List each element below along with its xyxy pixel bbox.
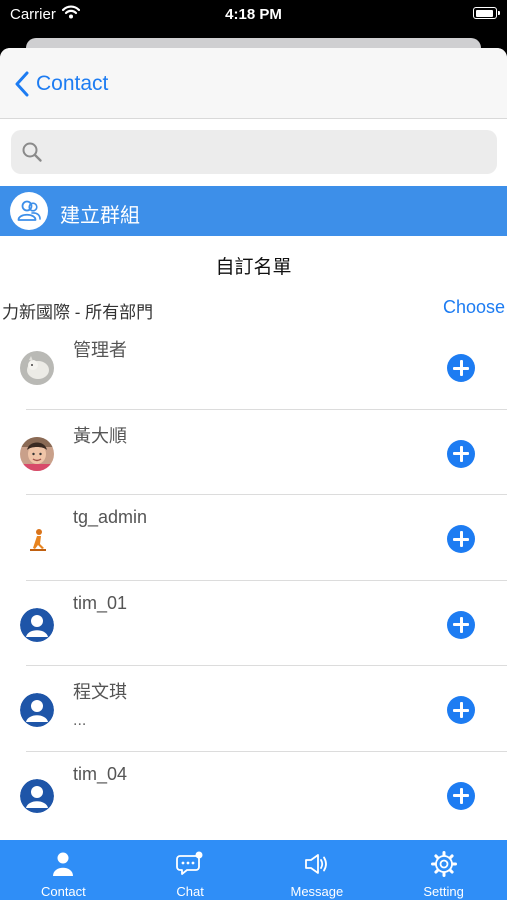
section-title: 自訂名單 (215, 257, 292, 278)
tab-setting[interactable]: Setting (380, 840, 507, 900)
contact-row[interactable]: 管理者 (0, 324, 507, 410)
tab-label: Message (290, 884, 344, 899)
add-contact-button[interactable] (447, 354, 475, 382)
contact-row[interactable]: 程文琪 ... (0, 666, 507, 752)
add-contact-button[interactable] (447, 439, 475, 468)
contact-row[interactable]: tim_01 (0, 581, 507, 667)
create-group-button[interactable]: 建立群組 (0, 186, 507, 236)
contact-name: tim_04 (73, 763, 128, 784)
contact-name: tg_admin (73, 507, 148, 528)
add-contact-button[interactable] (447, 781, 475, 810)
contact-subtitle: ... (73, 712, 87, 730)
tab-bar: Contact Chat Message Setting (0, 840, 507, 900)
avatar (20, 351, 54, 385)
contact-list: 管理者 黃大順 tg_admin tim_01 程文琪 ... tim_04 (0, 324, 507, 838)
contact-name: 管理者 (73, 340, 127, 360)
chevron-left-icon (15, 71, 29, 97)
contact-row[interactable]: 黃大順 (0, 410, 507, 496)
tab-chat[interactable]: Chat (127, 840, 254, 900)
add-contact-button[interactable] (447, 696, 475, 725)
tab-label: Contact (40, 884, 86, 899)
tab-label: Setting (423, 884, 464, 899)
tab-label: Chat (176, 884, 204, 899)
contact-name: 黃大順 (73, 425, 127, 446)
megaphone-icon (303, 850, 331, 878)
navigation-bar: Contact (0, 48, 507, 119)
contact-row[interactable]: tg_admin (0, 495, 507, 581)
search-icon (21, 141, 43, 168)
default-avatar-icon (20, 778, 54, 813)
choose-button[interactable]: Choose (443, 297, 505, 318)
tab-contact[interactable]: Contact (0, 840, 127, 900)
contact-name: 程文琪 (73, 682, 127, 703)
status-time: 4:18 PM (225, 6, 282, 23)
default-avatar-icon (20, 607, 54, 642)
add-contact-button[interactable] (447, 610, 475, 639)
default-avatar-icon (20, 693, 54, 728)
contact-row[interactable]: tim_04 (0, 752, 507, 838)
contact-name: tim_01 (73, 592, 128, 613)
gear-icon (430, 850, 458, 878)
avatar (20, 522, 54, 557)
create-group-label: 建立群組 (60, 205, 140, 227)
department-label: 力新國際 - 所有部門 (2, 303, 154, 322)
tab-message[interactable]: Message (254, 840, 381, 900)
back-button-label: Contact (36, 72, 109, 95)
search-input[interactable] (51, 130, 485, 176)
chat-icon (176, 850, 204, 878)
contact-icon (49, 850, 77, 878)
group-icon (10, 192, 48, 230)
status-bar: Carrier 4:18 PM (0, 0, 507, 30)
avatar (20, 436, 54, 471)
back-button[interactable]: Contact (14, 68, 108, 100)
battery-icon (473, 7, 500, 19)
add-contact-button[interactable] (447, 525, 475, 554)
contact-sheet: Contact 建立群組 自訂名單 力新國際 - 所有部門 Choose 管理者… (0, 48, 507, 900)
search-bar[interactable] (11, 130, 497, 176)
